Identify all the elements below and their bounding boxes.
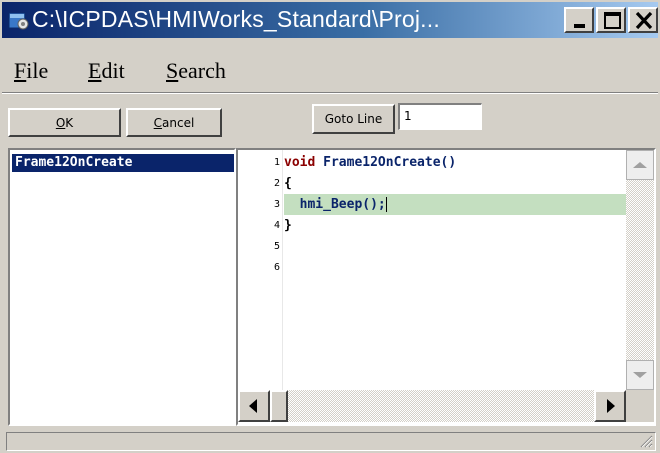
code-line-3-current[interactable]: hmi_Beep(); xyxy=(284,194,628,215)
menu-file[interactable]: File xyxy=(14,58,48,84)
menu-edit[interactable]: Edit xyxy=(88,58,125,84)
menu-search[interactable]: Search xyxy=(166,58,226,84)
maximize-button[interactable] xyxy=(596,7,626,33)
minimize-button[interactable] xyxy=(564,7,594,33)
app-icon xyxy=(8,12,29,30)
text-caret xyxy=(385,197,387,212)
ok-button[interactable]: OK xyxy=(8,108,121,137)
resize-grip-icon[interactable] xyxy=(639,434,653,448)
line-number: 5 xyxy=(273,241,280,252)
vertical-scrollbar[interactable] xyxy=(626,150,654,390)
scroll-right-button[interactable] xyxy=(594,390,626,422)
editor-window: C:\ICPDAS\HMIWorks_Standard\Proj... File… xyxy=(0,0,660,453)
minimize-icon xyxy=(574,24,585,28)
scroll-left-button[interactable] xyxy=(238,390,270,422)
close-button[interactable] xyxy=(628,7,658,33)
cancel-button[interactable]: Cancel xyxy=(126,108,222,137)
line-number-gutter: 1 2 3 4 5 6 xyxy=(238,150,282,390)
keyword-void: void xyxy=(284,155,316,170)
maximize-icon xyxy=(604,12,621,29)
scroll-down-arrow-icon xyxy=(633,372,647,378)
goto-line-input[interactable]: 1 xyxy=(398,103,482,130)
function-list[interactable]: Frame12OnCreate xyxy=(8,148,236,426)
horizontal-scrollbar[interactable] xyxy=(238,390,626,422)
code-editor[interactable]: 1 2 3 4 5 6 void Frame12OnCreate() { hmi… xyxy=(236,148,656,426)
scroll-right-arrow-icon xyxy=(607,399,615,413)
goto-line-button[interactable]: Goto Line xyxy=(312,104,395,134)
window-title: C:\ICPDAS\HMIWorks_Standard\Proj... xyxy=(32,6,440,32)
gutter-separator xyxy=(282,150,283,390)
scroll-up-arrow-icon xyxy=(633,162,647,168)
line-number: 6 xyxy=(273,262,280,273)
menu-bar: File Edit Search xyxy=(2,58,658,90)
menu-separator xyxy=(2,92,658,94)
scroll-up-button[interactable] xyxy=(626,150,654,180)
code-line-2[interactable]: { xyxy=(284,173,628,194)
line-number: 1 xyxy=(273,157,280,168)
scrollbar-corner xyxy=(626,390,654,422)
close-icon xyxy=(635,11,653,30)
title-bar[interactable]: C:\ICPDAS\HMIWorks_Standard\Proj... xyxy=(2,2,658,38)
horizontal-scroll-thumb[interactable] xyxy=(270,390,288,422)
line-number: 3 xyxy=(273,199,280,210)
code-line-1[interactable]: void Frame12OnCreate() xyxy=(284,152,628,173)
code-line-4[interactable]: } xyxy=(284,215,628,236)
line-number: 2 xyxy=(273,178,280,189)
scroll-down-button[interactable] xyxy=(626,360,654,390)
status-bar xyxy=(6,432,656,451)
scroll-left-arrow-icon xyxy=(249,399,257,413)
function-list-item[interactable]: Frame12OnCreate xyxy=(12,154,234,172)
line-number: 4 xyxy=(273,220,280,231)
